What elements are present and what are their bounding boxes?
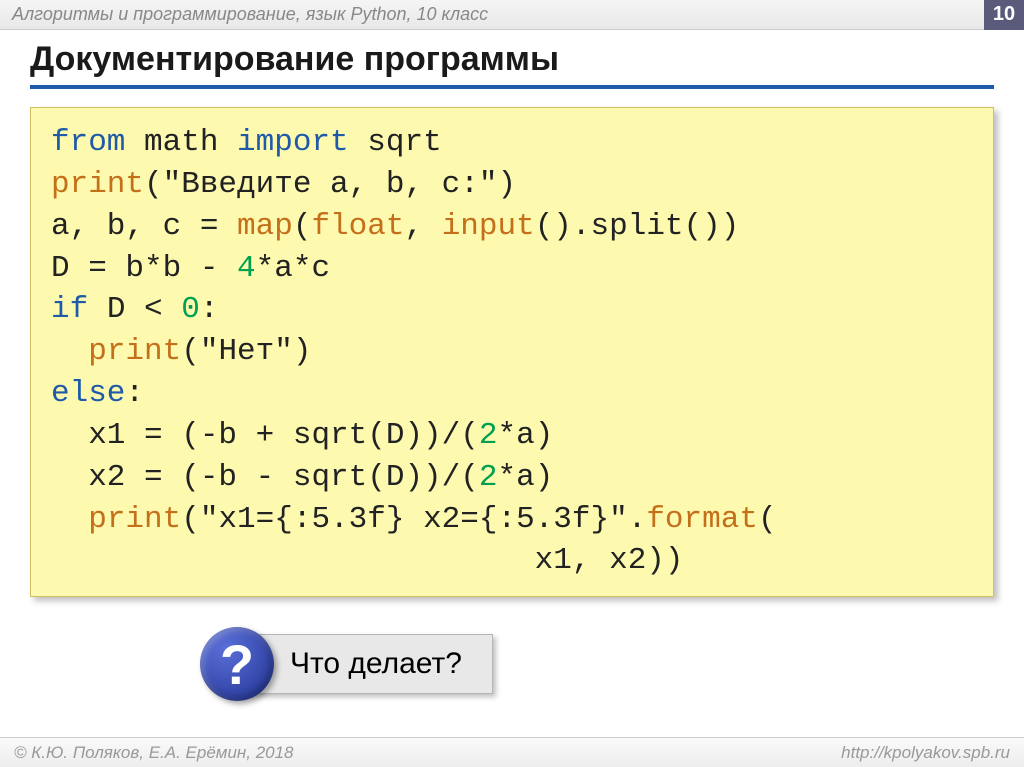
code-line: x1, x2))	[51, 540, 973, 582]
header-bar: Алгоритмы и программирование, язык Pytho…	[0, 0, 1024, 30]
callout-box: Что делает?	[239, 634, 493, 694]
title-underline	[30, 85, 994, 89]
footer-bar: © К.Ю. Поляков, Е.А. Ерёмин, 2018 http:/…	[0, 737, 1024, 767]
code-line: print("Введите a, b, c:")	[51, 164, 973, 206]
code-block: from math import sqrt print("Введите a, …	[30, 107, 994, 597]
code-line: else:	[51, 373, 973, 415]
page-number: 10	[984, 0, 1024, 30]
question-icon: ?	[200, 627, 274, 701]
subject-label: Алгоритмы и программирование, язык Pytho…	[12, 4, 488, 25]
copyright-text: © К.Ю. Поляков, Е.А. Ерёмин, 2018	[14, 743, 294, 763]
code-line: x1 = (-b + sqrt(D))/(2*a)	[51, 415, 973, 457]
code-line: print("Нет")	[51, 331, 973, 373]
code-line: D = b*b - 4*a*c	[51, 248, 973, 290]
code-line: if D < 0:	[51, 289, 973, 331]
content-area: Документирование программы from math imp…	[0, 30, 1024, 701]
footer-url: http://kpolyakov.spb.ru	[841, 743, 1010, 763]
callout-row: ? Что делает?	[30, 627, 994, 701]
slide-title: Документирование программы	[30, 40, 994, 79]
code-line: x2 = (-b - sqrt(D))/(2*a)	[51, 457, 973, 499]
code-line: print("x1={:5.3f} x2={:5.3f}".format(	[51, 499, 973, 541]
code-line: a, b, c = map(float, input().split())	[51, 206, 973, 248]
code-line: from math import sqrt	[51, 122, 973, 164]
